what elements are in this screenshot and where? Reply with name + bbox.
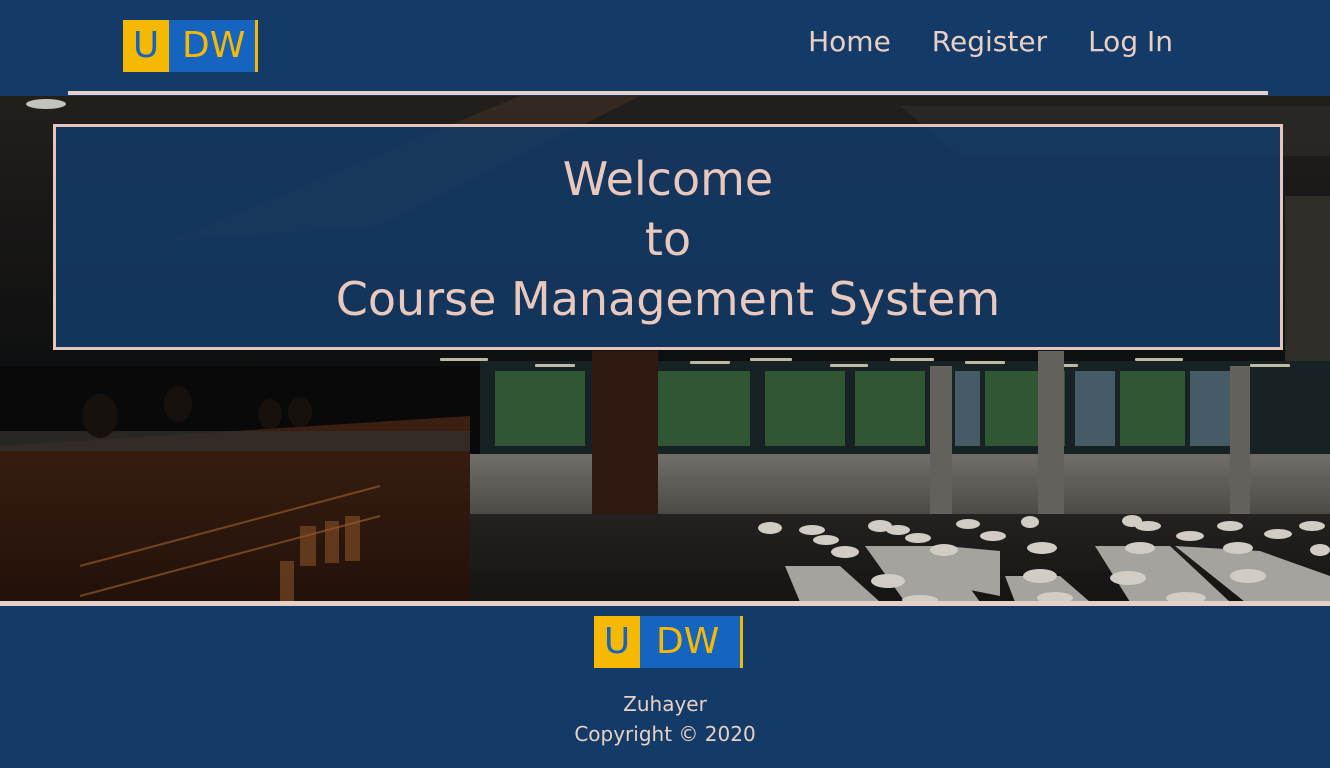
logo-dw-text: DW — [182, 25, 246, 66]
header: U DW Home Register Log In — [0, 0, 1330, 96]
nav-link-register[interactable]: Register — [932, 22, 1047, 62]
logo-letters-dw: DW — [169, 20, 258, 72]
footer-logo-letter-u: U — [594, 616, 640, 668]
footer-copyright: Copyright © 2020 — [574, 722, 756, 746]
page: U DW Home Register Log In Welcome to Cou… — [0, 0, 1330, 768]
footer-logo-dw-text: DW — [656, 621, 720, 662]
logo-letter-u: U — [123, 20, 169, 72]
logo-accent-bar — [255, 20, 258, 72]
udw-logo[interactable]: U DW — [123, 20, 258, 72]
footer-logo-accent-bar — [740, 616, 743, 668]
footer-udw-logo[interactable]: U DW — [594, 616, 743, 668]
welcome-line-1: Welcome — [562, 152, 774, 206]
nav-link-home[interactable]: Home — [808, 22, 891, 62]
welcome-banner: Welcome to Course Management System — [53, 124, 1283, 350]
footer-author-name: Zuhayer — [623, 692, 707, 716]
welcome-line-2: to — [644, 212, 692, 266]
nav-link-login[interactable]: Log In — [1088, 22, 1173, 62]
welcome-line-3: Course Management System — [335, 272, 1001, 326]
main-nav: Home Register Log In — [767, 22, 1173, 62]
footer-logo-letters-dw: DW — [640, 616, 743, 668]
header-divider — [68, 91, 1268, 95]
